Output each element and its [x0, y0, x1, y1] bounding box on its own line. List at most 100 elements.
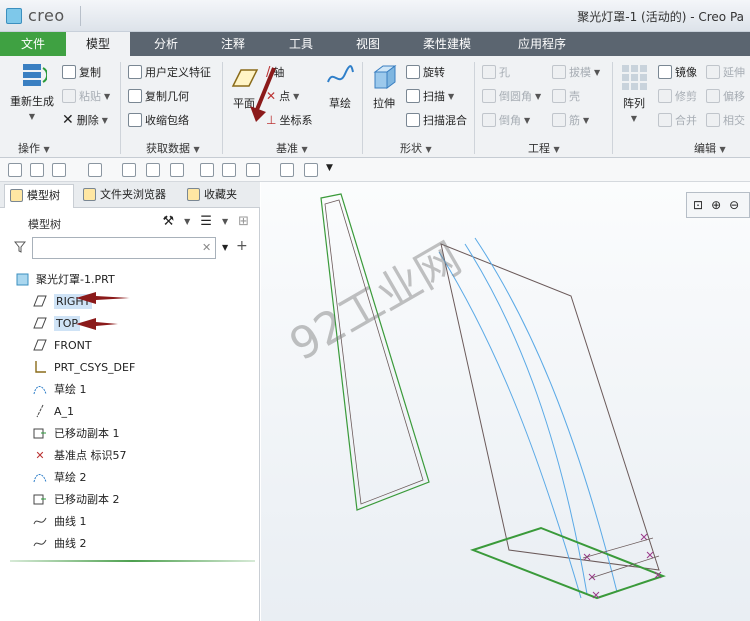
group-label-datum[interactable]: 基准 ▼	[276, 140, 308, 156]
paste-dropdown-icon[interactable]: ▼	[104, 92, 110, 101]
intersect-button[interactable]: 相交	[706, 112, 745, 128]
insert-indicator[interactable]	[10, 560, 255, 562]
close-window-icon[interactable]	[170, 163, 184, 177]
rib-dropdown-icon[interactable]: ▼	[583, 116, 589, 125]
revolve-button[interactable]: 旋转	[406, 64, 445, 80]
chamfer-dropdown-icon[interactable]: ▼	[524, 116, 530, 125]
pattern-dropdown-icon[interactable]: ▼	[631, 114, 637, 123]
round-button[interactable]: 倒圆角 ▼	[482, 88, 541, 104]
new-file-icon[interactable]	[8, 163, 22, 177]
offset-button[interactable]: 偏移	[706, 88, 745, 104]
tree-search-input[interactable]	[32, 237, 216, 259]
group-label-shapes[interactable]: 形状 ▼	[400, 140, 432, 156]
favorites-icon	[187, 188, 200, 201]
tab-annotate[interactable]: 注释	[202, 32, 264, 56]
sweep-button[interactable]: 扫描 ▼	[406, 88, 454, 104]
tab-model[interactable]: 模型	[66, 32, 130, 56]
measure-icon[interactable]	[200, 163, 214, 177]
tree-item-moved-copy-2[interactable]: 已移动副本 2	[32, 488, 290, 510]
appearance-icon[interactable]	[246, 163, 260, 177]
tab-folder-browser-label: 文件夹浏览器	[100, 188, 166, 201]
tree-settings-dropdown-icon[interactable]: ▼	[184, 217, 190, 226]
sketch-icon	[32, 470, 48, 484]
extend-button[interactable]: 延伸	[706, 64, 745, 80]
copy-button[interactable]: 复制	[62, 64, 101, 80]
tree-item-top[interactable]: TOP	[32, 312, 290, 334]
shapes-group-dropdown-icon: ▼	[425, 145, 432, 154]
draft-button[interactable]: 拔模 ▼	[552, 64, 600, 80]
ribbon: 重新生成 ▼ 复制 粘贴 ▼ ✕ 删除 ▼ 操作 ▼ 用户定义特征 复制几何 收缩包络 …	[0, 56, 750, 158]
tab-favorites[interactable]: 收藏夹	[182, 184, 258, 208]
tree-columns-icon[interactable]: ☰	[200, 214, 212, 229]
tree-item-curve-2[interactable]: 曲线 2	[32, 532, 290, 554]
trim-button[interactable]: 修剪	[658, 88, 697, 104]
tree-filter-settings-icon[interactable]: ⊞	[238, 214, 249, 229]
pattern-label: 阵列	[623, 97, 645, 110]
tree-item-label: 已移动副本 1	[54, 427, 120, 440]
copy-geometry-button[interactable]: 复制几何	[128, 88, 189, 104]
group-label-engineering[interactable]: 工程 ▼	[528, 140, 560, 156]
tree-item-csys[interactable]: PRT_CSYS_DEF	[32, 356, 290, 378]
tree-item-front[interactable]: FRONT	[32, 334, 290, 356]
tab-tools[interactable]: 工具	[270, 32, 332, 56]
round-dropdown-icon[interactable]: ▼	[535, 92, 541, 101]
tab-view[interactable]: 视图	[337, 32, 399, 56]
tree-item-datum-point[interactable]: ✕ 基准点 标识57	[32, 444, 290, 466]
draft-icon	[552, 65, 566, 79]
revolve-icon	[406, 65, 420, 79]
undo-icon[interactable]	[52, 163, 66, 177]
hole-button[interactable]: 孔	[482, 64, 510, 80]
save-icon[interactable]	[30, 163, 44, 177]
tab-folder-browser[interactable]: 文件夹浏览器	[78, 184, 178, 208]
tree-item-sketch-2[interactable]: 草绘 2	[32, 466, 290, 488]
tab-flexible-modeling[interactable]: 柔性建模	[405, 32, 489, 56]
add-filter-icon[interactable]: +	[236, 238, 248, 254]
pattern-button[interactable]: 阵列 ▼	[616, 62, 652, 124]
view-manager-icon[interactable]	[280, 163, 294, 177]
regenerate-button[interactable]: 重新生成 ▼	[6, 60, 58, 122]
regenerate-small-icon[interactable]	[122, 163, 136, 177]
shell-button[interactable]: 壳	[552, 88, 580, 104]
windows-icon[interactable]	[146, 163, 160, 177]
delete-button[interactable]: ✕ 删除 ▼	[62, 112, 108, 128]
tab-model-tree[interactable]: 模型树	[4, 184, 74, 208]
swept-blend-button[interactable]: 扫描混合	[406, 112, 467, 128]
tree-columns-dropdown-icon[interactable]: ▼	[222, 217, 228, 226]
group-label-editing[interactable]: 编辑 ▼	[694, 140, 726, 156]
tab-analysis[interactable]: 分析	[135, 32, 197, 56]
shrinkwrap-button[interactable]: 收缩包络	[128, 112, 189, 128]
tree-item-label: PRT_CSYS_DEF	[54, 360, 136, 374]
group-label-operations[interactable]: 操作 ▼	[18, 140, 50, 156]
tree-item-curve-1[interactable]: 曲线 1	[32, 510, 290, 532]
folder-icon[interactable]	[304, 163, 318, 177]
tree-settings-icon[interactable]: ⚒	[162, 214, 174, 229]
tree-item-right[interactable]: RIGHT	[32, 290, 290, 312]
tree-item-sketch-1[interactable]: 草绘 1	[32, 378, 290, 400]
tab-file[interactable]: 文件	[0, 32, 66, 56]
sweep-dropdown-icon[interactable]: ▼	[448, 92, 454, 101]
group-label-get-data[interactable]: 获取数据 ▼	[146, 140, 200, 156]
tree-item-axis[interactable]: A_1	[32, 400, 290, 422]
delete-dropdown-icon[interactable]: ▼	[102, 116, 108, 125]
merge-button[interactable]: 合并	[658, 112, 697, 128]
clear-search-icon[interactable]: ✕	[202, 241, 211, 254]
regenerate-dropdown-icon[interactable]: ▼	[29, 112, 35, 121]
extrude-button[interactable]: 拉伸	[366, 62, 402, 111]
paste-button[interactable]: 粘贴 ▼	[62, 88, 110, 104]
customize-dropdown-icon[interactable]: ▼	[326, 163, 333, 173]
draft-dropdown-icon[interactable]: ▼	[594, 68, 600, 77]
redo-icon[interactable]	[88, 163, 102, 177]
display-icon[interactable]	[222, 163, 236, 177]
search-dropdown-icon[interactable]: ▼	[222, 243, 228, 252]
tab-applications[interactable]: 应用程序	[500, 32, 584, 56]
tree-item-part[interactable]: 聚光灯罩-1.PRT	[14, 268, 272, 290]
sketch-button[interactable]: 草绘	[322, 62, 358, 111]
chamfer-button[interactable]: 倒角 ▼	[482, 112, 530, 128]
rib-button[interactable]: 筋 ▼	[552, 112, 589, 128]
udf-button[interactable]: 用户定义特征	[128, 64, 211, 80]
point-dropdown-icon[interactable]: ▼	[293, 92, 299, 101]
model-tree-icon	[10, 189, 23, 202]
mirror-button[interactable]: 镜像	[658, 64, 697, 80]
tree-item-moved-copy-1[interactable]: 已移动副本 1	[32, 422, 290, 444]
quick-access-toolbar: ▼	[0, 158, 750, 182]
